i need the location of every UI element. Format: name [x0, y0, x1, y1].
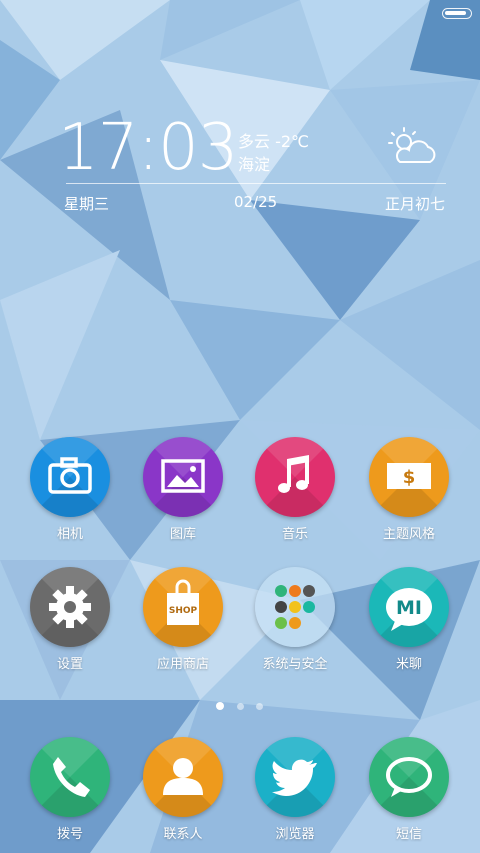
- weekday-label: 星期三: [64, 195, 110, 213]
- page-dot[interactable]: [237, 703, 244, 710]
- app-label: 音乐: [281, 527, 308, 542]
- date-label: 02/25: [234, 193, 278, 211]
- shop-badge-text: SHOP: [169, 606, 198, 616]
- svg-text:$: $: [403, 467, 416, 488]
- app-label: 相机: [56, 527, 83, 542]
- app-camera[interactable]: 相机: [15, 437, 125, 542]
- dock-browser[interactable]: 浏览器: [240, 737, 350, 842]
- weather-text[interactable]: 多云 -2℃: [238, 128, 309, 152]
- twitter-bird-icon[interactable]: [255, 737, 335, 817]
- app-gallery[interactable]: 图库: [128, 437, 238, 542]
- app-folder-system[interactable]: 系统与安全: [240, 567, 350, 672]
- app-label: 主题风格: [382, 527, 435, 542]
- app-settings[interactable]: 设置: [15, 567, 125, 672]
- page-dot[interactable]: [256, 703, 263, 710]
- mi-badge-text: MI: [396, 597, 422, 619]
- music-icon[interactable]: [255, 437, 335, 517]
- lunar-date-label: 正月初七: [385, 195, 446, 213]
- app-mi-chat[interactable]: MI 米聊: [354, 567, 464, 672]
- dock-dialer[interactable]: 拨号: [15, 737, 125, 842]
- shop-bag-icon[interactable]: SHOP: [143, 567, 223, 647]
- app-label: 米聊: [395, 657, 422, 672]
- folder-icon[interactable]: [255, 567, 335, 647]
- app-label: 拨号: [56, 827, 83, 842]
- battery-icon: [442, 8, 472, 19]
- city-name: 海淀: [238, 155, 271, 174]
- gallery-icon[interactable]: [143, 437, 223, 517]
- clock-time[interactable]: 17:03: [58, 108, 238, 188]
- partly-cloudy-icon[interactable]: [384, 124, 440, 170]
- app-label: 设置: [56, 657, 83, 672]
- widget-divider: [66, 183, 446, 184]
- app-store[interactable]: SHOP 应用商店: [128, 567, 238, 672]
- dock-messages[interactable]: 短信: [354, 737, 464, 842]
- gear-icon[interactable]: [30, 567, 110, 647]
- app-label: 应用商店: [156, 657, 209, 672]
- mi-chat-icon[interactable]: MI: [369, 567, 449, 647]
- contact-icon[interactable]: [143, 737, 223, 817]
- app-themes[interactable]: $ 主题风格: [354, 437, 464, 542]
- phone-icon[interactable]: [30, 737, 110, 817]
- app-label: 短信: [395, 827, 422, 842]
- app-label: 浏览器: [275, 827, 315, 842]
- camera-icon[interactable]: [30, 437, 110, 517]
- message-icon[interactable]: [369, 737, 449, 817]
- app-label: 图库: [169, 527, 196, 542]
- dock-contacts[interactable]: 联系人: [128, 737, 238, 842]
- app-label: 联系人: [163, 827, 203, 842]
- app-label: 系统与安全: [262, 657, 328, 672]
- page-dot-active[interactable]: [216, 702, 224, 710]
- app-music[interactable]: 音乐: [240, 437, 350, 542]
- theme-icon[interactable]: $: [369, 437, 449, 517]
